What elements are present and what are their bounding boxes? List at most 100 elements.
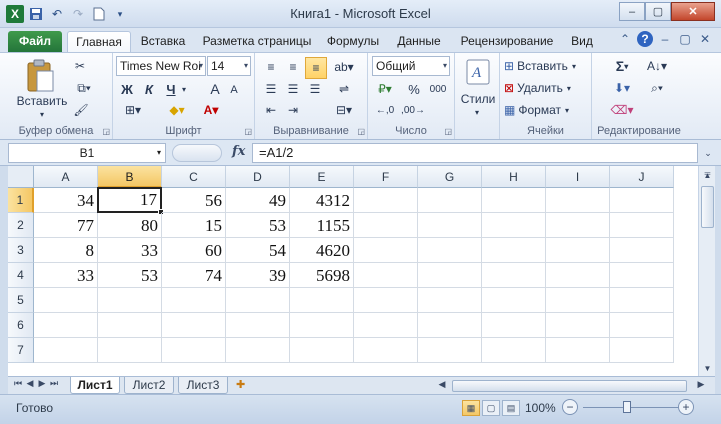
tab-page-layout[interactable]: Разметка страницы <box>198 31 316 52</box>
merge-center-icon[interactable]: ⊟▾ <box>331 101 357 119</box>
row-header-7[interactable]: 7 <box>8 338 34 363</box>
cell-e2[interactable]: 1155 <box>290 213 354 238</box>
increase-indent-icon[interactable]: ⇥ <box>283 101 303 119</box>
copy-icon[interactable]: ⧉▾ <box>72 79 96 97</box>
alignment-launcher-icon[interactable]: ◲ <box>357 127 365 136</box>
insert-sheet-icon[interactable]: ✚ <box>236 378 245 391</box>
grow-font-button[interactable]: A <box>207 80 223 98</box>
cell-c2[interactable]: 15 <box>162 213 226 238</box>
cell-b7[interactable] <box>98 338 162 363</box>
cell-d6[interactable] <box>226 313 290 338</box>
bold-button[interactable]: Ж <box>119 80 135 98</box>
cell-i3[interactable] <box>546 238 610 263</box>
cell-b6[interactable] <box>98 313 162 338</box>
cell-b4[interactable]: 53 <box>98 263 162 288</box>
cut-icon[interactable]: ✂ <box>72 57 88 75</box>
styles-button[interactable]: Стили <box>457 91 499 107</box>
insert-function-button[interactable]: fx <box>232 144 245 159</box>
zoom-in-button[interactable]: + <box>678 399 694 415</box>
scroll-left-icon[interactable]: ◀ <box>436 379 448 390</box>
vertical-scroll-thumb[interactable] <box>701 186 714 228</box>
wrap-text-icon[interactable]: ⇌ <box>331 79 357 99</box>
row-header-1[interactable]: 1 <box>8 188 34 213</box>
percent-button[interactable]: % <box>406 80 422 98</box>
font-size-combo[interactable]: 14 ▾ <box>207 56 251 76</box>
cell-g1[interactable] <box>418 188 482 213</box>
zoom-level[interactable]: 100% <box>525 401 556 415</box>
cell-a1[interactable]: 34 <box>34 188 98 213</box>
cell-e5[interactable] <box>290 288 354 313</box>
cell-d3[interactable]: 54 <box>226 238 290 263</box>
column-header-f[interactable]: F <box>354 166 418 188</box>
cell-c5[interactable] <box>162 288 226 313</box>
cell-j3[interactable] <box>610 238 674 263</box>
cell-i1[interactable] <box>546 188 610 213</box>
minimize-button[interactable]: – <box>619 2 645 21</box>
cell-g6[interactable] <box>418 313 482 338</box>
sheet-tab-3[interactable]: Лист3 <box>178 377 228 394</box>
cell-a7[interactable] <box>34 338 98 363</box>
column-header-d[interactable]: D <box>226 166 290 188</box>
underline-dropdown-icon[interactable]: ▾ <box>179 80 189 98</box>
cell-b5[interactable] <box>98 288 162 313</box>
italic-button[interactable]: К <box>141 80 157 98</box>
tab-file[interactable]: Файл <box>8 31 62 52</box>
cell-h4[interactable] <box>482 263 546 288</box>
cell-f4[interactable] <box>354 263 418 288</box>
horizontal-scrollbar[interactable]: ◀ ▶ <box>436 379 707 393</box>
cell-c1[interactable]: 56 <box>162 188 226 213</box>
column-header-i[interactable]: I <box>546 166 610 188</box>
select-all-corner[interactable] <box>8 166 34 188</box>
cell-b2[interactable]: 80 <box>98 213 162 238</box>
cell-h2[interactable] <box>482 213 546 238</box>
cell-e1[interactable]: 4312 <box>290 188 354 213</box>
cell-a5[interactable] <box>34 288 98 313</box>
vertical-scrollbar[interactable]: ═ ▲ ▼ <box>698 166 715 376</box>
cell-d5[interactable] <box>226 288 290 313</box>
cell-h1[interactable] <box>482 188 546 213</box>
cell-h6[interactable] <box>482 313 546 338</box>
cell-f2[interactable] <box>354 213 418 238</box>
shrink-font-button[interactable]: A <box>227 82 241 98</box>
normal-view-icon[interactable]: ▦ <box>462 400 480 416</box>
autosum-button[interactable]: Σ ▾ <box>610 57 634 75</box>
decrease-indent-icon[interactable]: ⇤ <box>261 101 281 119</box>
cell-g3[interactable] <box>418 238 482 263</box>
fill-icon[interactable]: ⬇▾ <box>610 79 634 97</box>
cell-i7[interactable] <box>546 338 610 363</box>
cell-i2[interactable] <box>546 213 610 238</box>
align-left-icon[interactable]: ☰ <box>261 80 281 98</box>
column-header-c[interactable]: C <box>162 166 226 188</box>
scroll-right-icon[interactable]: ▶ <box>695 379 707 390</box>
number-format-combo[interactable]: Общий ▾ <box>372 56 450 76</box>
zoom-slider-track[interactable] <box>583 407 679 408</box>
cell-d7[interactable] <box>226 338 290 363</box>
doc-minimize-icon[interactable]: – <box>657 31 673 47</box>
minimize-ribbon-icon[interactable]: ⌃ <box>617 31 633 47</box>
cell-f6[interactable] <box>354 313 418 338</box>
format-cells-button[interactable]: ▦ Формат ▾ <box>504 101 588 119</box>
align-right-icon[interactable]: ☰ <box>305 80 325 98</box>
cell-h3[interactable] <box>482 238 546 263</box>
page-layout-view-icon[interactable]: ▢ <box>482 400 500 416</box>
styles-icon[interactable]: A <box>463 57 493 87</box>
cell-g5[interactable] <box>418 288 482 313</box>
cell-b3[interactable]: 33 <box>98 238 162 263</box>
row-header-2[interactable]: 2 <box>8 213 34 238</box>
borders-icon[interactable]: ⊞▾ <box>119 101 147 119</box>
cell-g7[interactable] <box>418 338 482 363</box>
formula-bar-splitter[interactable] <box>172 144 222 162</box>
orientation-icon[interactable]: ab▾ <box>331 57 357 77</box>
tab-home[interactable]: Главная <box>67 31 131 52</box>
column-header-j[interactable]: J <box>610 166 674 188</box>
name-box[interactable]: B1 ▾ <box>8 143 166 163</box>
cell-j5[interactable] <box>610 288 674 313</box>
align-top-icon[interactable]: ≡ <box>261 57 281 77</box>
cell-j7[interactable] <box>610 338 674 363</box>
cell-e4[interactable]: 5698 <box>290 263 354 288</box>
tab-view[interactable]: Вид <box>566 31 598 52</box>
align-bottom-icon[interactable]: ≡ <box>305 57 327 79</box>
cell-j1[interactable] <box>610 188 674 213</box>
cell-j4[interactable] <box>610 263 674 288</box>
worksheet-grid[interactable]: A B C D E F G H I J 1 34 17 56 49 4312 2 77 80 15 53 1155 3 8 33… <box>8 166 698 376</box>
